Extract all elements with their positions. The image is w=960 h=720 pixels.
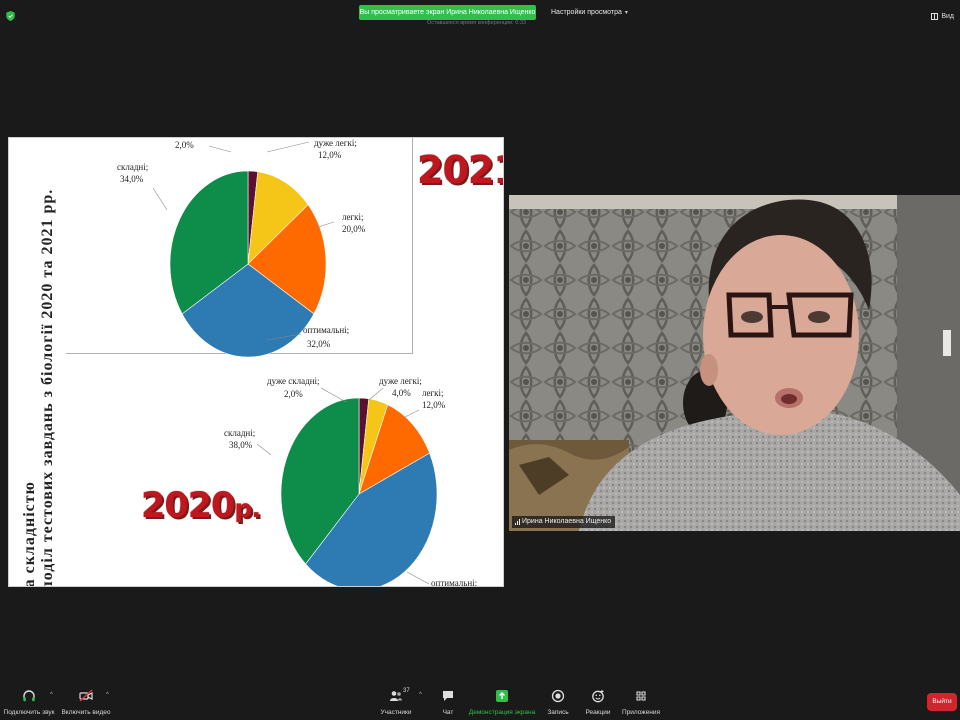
video-options-caret-icon[interactable]: ^: [106, 692, 109, 698]
chat-label: Чат: [442, 709, 454, 716]
pie-chart-2020: дуже складні; 2,0% дуже легкі; 4,0% легк…: [224, 376, 477, 587]
apps-icon: [636, 691, 646, 701]
reactions-icon: [592, 690, 604, 703]
participant-name: Ирина Николаевна Ищенко: [522, 518, 612, 525]
join-audio-label: Подключить звук: [3, 709, 55, 716]
chat-button[interactable]: Чат: [436, 680, 460, 720]
participants-count: 37: [403, 688, 410, 694]
record-button[interactable]: Запись: [545, 680, 571, 720]
participant-video[interactable]: [509, 195, 960, 531]
label-2020-optimal-name: оптимальні;: [431, 578, 477, 587]
reactions-label: Реакции: [585, 709, 611, 716]
zoom-meeting-window: Вы просматриваете экран Ирина Николаевна…: [0, 0, 960, 720]
leave-meeting-button[interactable]: Выйти: [927, 693, 957, 711]
headphones-icon: [23, 690, 35, 702]
reactions-button[interactable]: Реакции: [584, 680, 612, 720]
label-2020-easy-value: 12,0%: [422, 400, 446, 410]
label-2020-very-hard-value: 2,0%: [284, 389, 303, 399]
meeting-time-remaining: Оставшееся время конференции: 0:33: [427, 20, 526, 26]
apps-button[interactable]: Приложения: [620, 680, 662, 720]
screen-share-banner: Вы просматриваете экран Ирина Николаевна…: [359, 5, 536, 20]
view-button-label: Вид: [941, 13, 954, 20]
chevron-down-icon: ▾: [624, 10, 628, 16]
record-icon: [551, 689, 565, 703]
share-screen-icon: [496, 690, 508, 702]
view-options-menu[interactable]: Настройки просмотра ▾: [551, 7, 628, 19]
video-off-icon: [79, 689, 93, 702]
view-options-label: Настройки просмотра: [551, 9, 622, 16]
join-audio-button[interactable]: Подключить звук: [3, 680, 55, 720]
label-2020-easy-name: легкі;: [422, 388, 444, 398]
participant-name-tag: Ирина Николаевна Ищенко: [512, 516, 616, 528]
audio-options-caret-icon[interactable]: ^: [50, 692, 53, 698]
view-button[interactable]: Вид: [931, 13, 954, 20]
layout-grid-icon: [931, 13, 939, 20]
record-label: Запись: [547, 709, 569, 716]
participants-label: Участники: [380, 709, 412, 716]
share-screen-label: Демонстрация экрана: [468, 709, 536, 716]
label-2020-very-easy-value: 4,0%: [392, 388, 411, 398]
label-2020-hard-value: 38,0%: [229, 440, 253, 450]
participants-icon: [390, 691, 402, 701]
chat-icon: [443, 691, 453, 701]
participants-button[interactable]: Участники: [380, 680, 412, 720]
meeting-toolbar: Подключить звук ^ Включить видео ^ Участ…: [0, 680, 960, 720]
share-screen-button[interactable]: Демонстрация экрана: [468, 680, 536, 720]
participants-options-caret-icon[interactable]: ^: [419, 692, 422, 698]
label-2020-hard-name: складні;: [224, 428, 255, 438]
apps-label: Приложения: [621, 709, 661, 716]
start-video-label: Включить видео: [61, 709, 111, 716]
shield-icon[interactable]: [6, 11, 15, 21]
signal-bars-icon: [515, 519, 520, 525]
label-2020-very-hard-name: дуже складні;: [267, 376, 320, 386]
shared-screen-slide: Розподіл тестових завдань з біології 202…: [8, 137, 504, 587]
label-2020-very-easy-name: дуже легкі;: [379, 376, 422, 386]
start-video-button[interactable]: Включить видео: [61, 680, 111, 720]
